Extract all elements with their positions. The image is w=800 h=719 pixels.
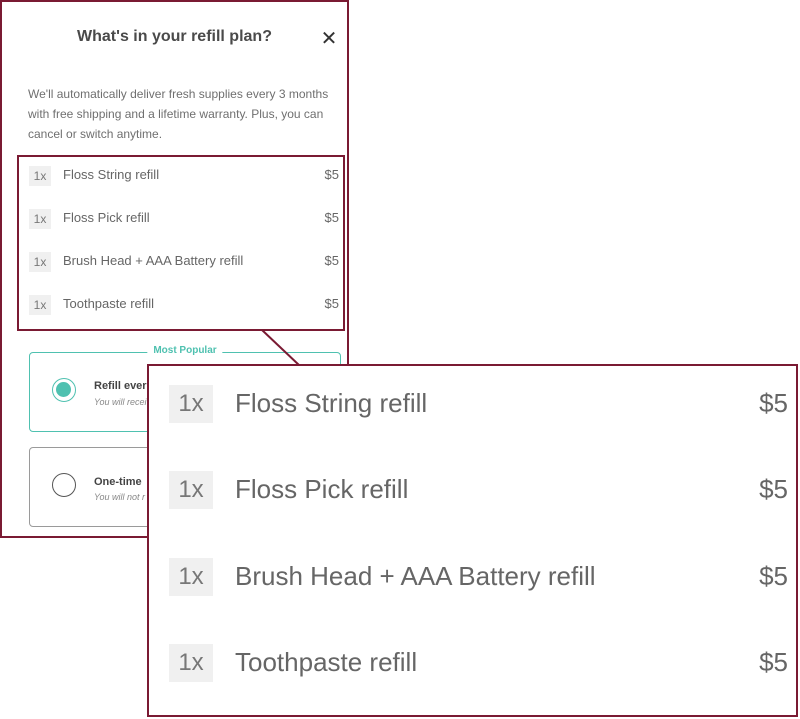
item-quantity: 1x: [169, 385, 213, 423]
list-item: 1x Floss Pick refill $5: [19, 207, 343, 231]
zoomed-items-list: 1x Floss String refill $5 1x Floss Pick …: [147, 364, 798, 717]
list-item: 1x Floss String refill $5: [19, 164, 343, 188]
list-item: 1x Toothpaste refill $5: [149, 642, 796, 686]
item-quantity: 1x: [29, 252, 51, 272]
modal-title: What's in your refill plan?: [77, 28, 272, 45]
item-name: Toothpaste refill: [63, 296, 155, 311]
item-name: Brush Head + AAA Battery refill: [235, 561, 596, 591]
list-item: 1x Floss String refill $5: [149, 383, 796, 427]
item-quantity: 1x: [29, 166, 51, 186]
item-quantity: 1x: [29, 295, 51, 315]
item-name: Floss String refill: [63, 167, 160, 182]
list-item: 1x Brush Head + AAA Battery refill $5: [149, 556, 796, 600]
item-name: Floss Pick refill: [235, 474, 409, 504]
item-quantity: 1x: [169, 471, 213, 509]
radio-unselected-icon[interactable]: [52, 473, 76, 497]
plan-title: One-time: [94, 476, 142, 488]
item-price: $5: [324, 210, 339, 225]
list-item: 1x Brush Head + AAA Battery refill $5: [19, 250, 343, 274]
item-name: Floss Pick refill: [63, 210, 150, 225]
most-popular-badge: Most Popular: [147, 345, 223, 356]
plan-title: Refill ever: [94, 380, 147, 392]
item-price: $5: [759, 561, 788, 591]
item-price: $5: [759, 647, 788, 677]
plan-subtitle: You will not r: [94, 492, 146, 502]
list-item: 1x Floss Pick refill $5: [149, 469, 796, 513]
item-price: $5: [324, 296, 339, 311]
item-price: $5: [759, 388, 788, 418]
item-quantity: 1x: [169, 644, 213, 682]
list-item: 1x Toothpaste refill $5: [19, 293, 343, 317]
item-name: Floss String refill: [235, 388, 428, 418]
close-icon[interactable]: ✕: [318, 28, 340, 50]
plan-description: We'll automatically deliver fresh suppli…: [28, 87, 329, 141]
item-name: Brush Head + AAA Battery refill: [63, 253, 244, 268]
item-quantity: 1x: [29, 209, 51, 229]
item-price: $5: [324, 167, 339, 182]
plan-subtitle: You will recei: [94, 397, 147, 407]
item-name: Toothpaste refill: [235, 647, 418, 677]
item-quantity: 1x: [169, 558, 213, 596]
refill-items-list: 1x Floss String refill $5 1x Floss Pick …: [17, 155, 345, 331]
item-price: $5: [324, 253, 339, 268]
radio-selected-icon[interactable]: [52, 378, 76, 402]
item-price: $5: [759, 474, 788, 504]
